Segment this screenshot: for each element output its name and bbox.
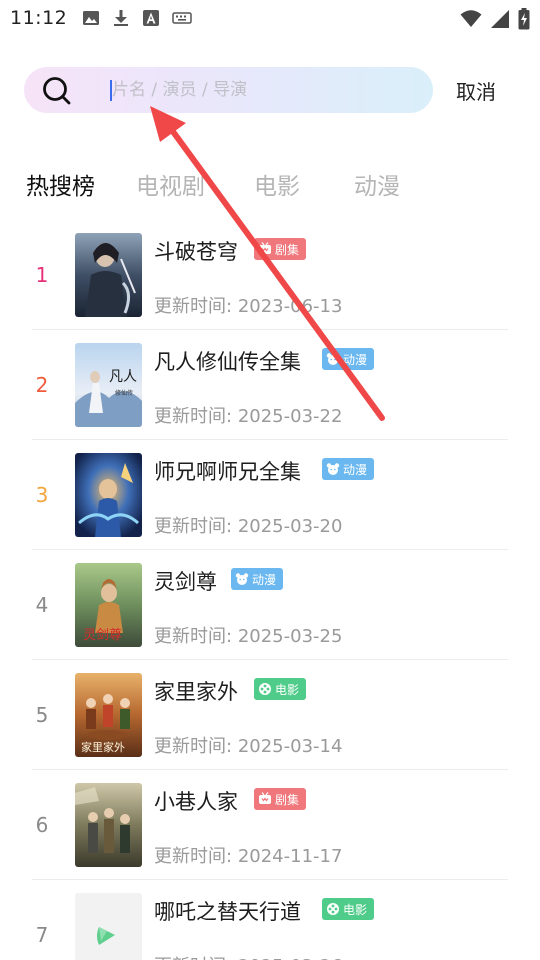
status-bar: 11:12 bbox=[0, 0, 540, 38]
update-time: 更新时间: 2023-06-13 bbox=[154, 292, 342, 318]
status-notification-icons bbox=[82, 9, 192, 27]
update-time: 更新时间: 2025-03-22 bbox=[154, 402, 342, 428]
cancel-button[interactable]: 取消 bbox=[456, 76, 496, 105]
poster-image: 家里家外 bbox=[75, 673, 142, 757]
list-item[interactable]: 5 家里家外 家里家外 电影 更新时间: 2025-03-14 bbox=[0, 660, 540, 770]
tag-label: 动漫 bbox=[252, 572, 277, 587]
update-time-label: 更新时间: bbox=[154, 406, 233, 427]
item-title: 哪吒之替天行道 bbox=[154, 900, 301, 924]
anime-bear-icon bbox=[326, 353, 340, 365]
item-title: 凡人修仙传全集 bbox=[154, 350, 301, 374]
svg-text:修仙传: 修仙传 bbox=[115, 389, 133, 397]
tag-anime: 动漫 bbox=[322, 458, 375, 480]
update-time-label: 更新时间: bbox=[154, 626, 233, 647]
poster-image bbox=[75, 453, 142, 537]
poster-image bbox=[75, 783, 142, 867]
update-time-label: 更新时间: bbox=[154, 516, 233, 537]
search-input[interactable] bbox=[112, 75, 412, 105]
battery-charging-icon bbox=[518, 8, 530, 30]
rank-number: 7 bbox=[35, 923, 49, 947]
update-time: 更新时间: 2025-03-20 bbox=[154, 512, 342, 538]
hot-search-list: 1 斗破苍穹 剧集 更新时间: 2023-06-13 2 凡人 修仙传 凡人修仙… bbox=[0, 220, 540, 960]
status-time: 11:12 bbox=[10, 7, 68, 29]
update-time-label: 更新时间: bbox=[154, 956, 232, 960]
rank-number: 6 bbox=[35, 813, 49, 837]
tab-tv-series[interactable]: 电视剧 bbox=[136, 167, 205, 201]
update-time-label: 更新时间: bbox=[154, 846, 233, 867]
tag-label: 动漫 bbox=[343, 352, 368, 367]
list-item[interactable]: 4 灵剑尊 灵剑尊 动漫 更新时间: 2025-03-25 bbox=[0, 550, 540, 660]
svg-text:家里家外: 家里家外 bbox=[81, 740, 125, 754]
tab-anime[interactable]: 动漫 bbox=[354, 167, 400, 201]
rank-number: 2 bbox=[35, 373, 49, 397]
update-time-value: 2025-03-25 bbox=[237, 626, 343, 647]
status-system-icons bbox=[460, 8, 530, 30]
download-icon bbox=[114, 10, 128, 26]
film-reel-icon bbox=[327, 903, 339, 915]
svg-text:凡人: 凡人 bbox=[109, 369, 137, 385]
list-item[interactable]: 7 哪吒之替天行道 电影 更新时间: 2025-03-26 bbox=[0, 880, 540, 960]
update-time: 更新时间: 2025-03-26 bbox=[154, 952, 342, 960]
tab-movies[interactable]: 电影 bbox=[254, 167, 300, 201]
update-time-value: 2025-03-22 bbox=[237, 406, 343, 427]
update-time-value: 2025-03-26 bbox=[238, 956, 343, 960]
tag-label: 电影 bbox=[343, 902, 368, 917]
poster-image bbox=[75, 233, 142, 317]
tag-label: 电影 bbox=[275, 682, 300, 697]
update-time-label: 更新时间: bbox=[154, 736, 233, 757]
tag-movie: 电影 bbox=[254, 678, 307, 700]
poster-image: 灵剑尊 bbox=[75, 563, 142, 647]
list-item[interactable]: 3 师兄啊师兄全集 动漫 更新时间: 2025-03-20 bbox=[0, 440, 540, 550]
tag-label: 动漫 bbox=[343, 462, 368, 477]
tab-hot-search[interactable]: 热搜榜 bbox=[26, 167, 95, 201]
font-icon bbox=[143, 10, 159, 26]
svg-text:灵剑尊: 灵剑尊 bbox=[83, 627, 122, 643]
list-item[interactable]: 1 斗破苍穹 剧集 更新时间: 2023-06-13 bbox=[0, 220, 540, 330]
tv-icon bbox=[259, 242, 271, 254]
anime-bear-icon bbox=[326, 463, 340, 475]
tag-series: 剧集 bbox=[254, 788, 307, 810]
search-icon[interactable] bbox=[42, 76, 72, 106]
rank-number: 3 bbox=[35, 483, 49, 507]
rank-number: 1 bbox=[35, 263, 49, 287]
update-time-value: 2024-11-17 bbox=[237, 846, 343, 867]
tag-anime: 动漫 bbox=[231, 568, 284, 590]
search-box[interactable] bbox=[24, 67, 433, 113]
list-item[interactable]: 2 凡人 修仙传 凡人修仙传全集 动漫 更新时间: 2025-03-22 bbox=[0, 330, 540, 440]
item-title: 师兄啊师兄全集 bbox=[154, 460, 301, 484]
update-time: 更新时间: 2025-03-14 bbox=[154, 732, 342, 758]
tag-anime: 动漫 bbox=[322, 348, 375, 370]
rank-number: 5 bbox=[35, 703, 49, 727]
rank-number: 4 bbox=[35, 593, 49, 617]
update-time-value: 2025-03-20 bbox=[237, 516, 343, 537]
play-placeholder-icon bbox=[97, 927, 115, 945]
keyboard-icon bbox=[172, 12, 192, 24]
update-time-value: 2025-03-14 bbox=[237, 736, 343, 757]
image-icon bbox=[83, 11, 99, 25]
update-time: 更新时间: 2025-03-25 bbox=[154, 622, 342, 648]
item-title: 小巷人家 bbox=[154, 790, 238, 814]
tag-label: 剧集 bbox=[275, 242, 300, 257]
anime-bear-icon bbox=[235, 573, 249, 585]
list-item[interactable]: 6 小巷人家 剧集 更新时间: 2024-11-17 bbox=[0, 770, 540, 880]
signal-icon bbox=[491, 10, 509, 28]
item-title: 家里家外 bbox=[154, 680, 238, 704]
item-title: 灵剑尊 bbox=[154, 570, 217, 594]
tv-icon bbox=[259, 792, 271, 804]
tag-series: 剧集 bbox=[254, 238, 307, 260]
update-time-label: 更新时间: bbox=[154, 296, 233, 317]
tag-label: 剧集 bbox=[275, 792, 300, 807]
update-time-value: 2023-06-13 bbox=[237, 296, 343, 317]
item-title: 斗破苍穹 bbox=[154, 240, 238, 264]
film-reel-icon bbox=[259, 683, 271, 695]
poster-placeholder bbox=[75, 893, 142, 960]
tag-movie: 电影 bbox=[322, 898, 375, 920]
update-time: 更新时间: 2024-11-17 bbox=[154, 842, 342, 868]
poster-image: 凡人 修仙传 bbox=[75, 343, 142, 427]
wifi-icon bbox=[460, 10, 482, 27]
